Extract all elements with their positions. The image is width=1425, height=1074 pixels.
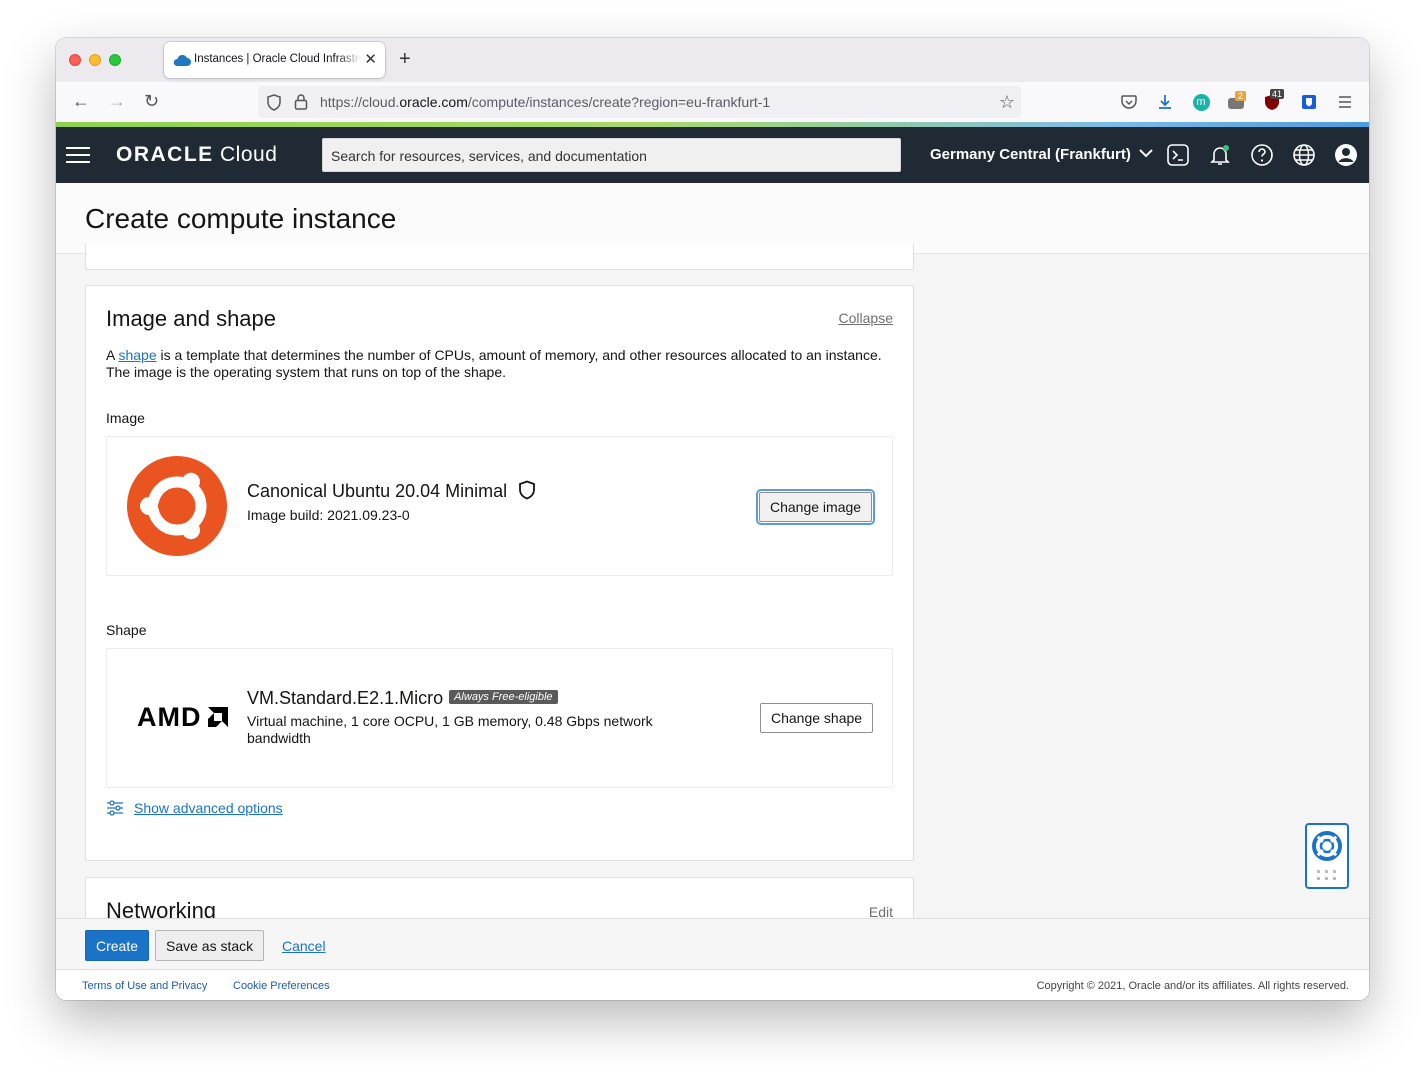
help-widget[interactable]	[1305, 823, 1349, 889]
reload-icon[interactable]: ↻	[144, 91, 159, 112]
url-path: /compute/instances/create?region=eu-fran…	[467, 94, 771, 110]
lifebuoy-icon	[1312, 831, 1342, 861]
save-as-stack-button[interactable]: Save as stack	[155, 930, 265, 961]
logo-product: Cloud	[220, 143, 278, 166]
extension-badge-count: 2	[1235, 91, 1247, 101]
amd-logo: AMD	[137, 702, 230, 733]
console-search-input[interactable]: Search for resources, services, and docu…	[322, 138, 901, 172]
cancel-link[interactable]: Cancel	[282, 938, 326, 954]
navigation-bar: ← → ↻ https://cloud.oracle.com/compute/i…	[56, 82, 1369, 122]
ubuntu-logo-icon	[127, 456, 227, 556]
shape-label: Shape	[106, 622, 147, 638]
oracle-cloud-favicon-icon	[173, 54, 191, 66]
address-bar[interactable]: https://cloud.oracle.com/compute/instanc…	[258, 86, 1021, 118]
terms-link[interactable]: Terms of Use and Privacy	[82, 980, 207, 992]
ublock-icon[interactable]: 41	[1262, 89, 1285, 113]
tracking-shield-icon[interactable]	[266, 94, 282, 111]
close-tab-icon[interactable]: ✕	[364, 50, 377, 68]
shape-name-text: VM.Standard.E2.1.Micro	[247, 688, 444, 708]
tab-strip: Instances | Oracle Cloud Infrastructure …	[56, 38, 1369, 82]
drag-handle-icon[interactable]	[1316, 869, 1338, 881]
url-prefix: https://cloud.	[320, 94, 400, 110]
shape-selection-card: AMD VM.Standard.E2.1.Micro Always Free-el…	[106, 648, 893, 788]
maximize-window-button[interactable]	[109, 54, 121, 66]
image-name: Canonical Ubuntu 20.04 Minimal	[247, 480, 536, 502]
oracle-cloud-logo[interactable]: ORACLE Cloud	[116, 143, 277, 167]
shape-details: Virtual machine, 1 core OCPU, 1 GB memor…	[247, 713, 653, 746]
create-button[interactable]: Create	[85, 930, 150, 961]
section-heading: Image and shape	[106, 306, 277, 331]
back-arrow-icon[interactable]: ←	[72, 91, 90, 112]
logo-brand: ORACLE	[116, 143, 214, 166]
sliders-icon	[107, 800, 123, 816]
cloud-shell-icon[interactable]	[1166, 143, 1190, 167]
copyright-text: Copyright © 2021, Oracle and/or its affi…	[1036, 980, 1349, 992]
extension-m-icon[interactable]: m	[1190, 91, 1212, 113]
tab-title: Instances | Oracle Cloud Infrastructure	[194, 53, 362, 65]
chevron-down-icon	[1139, 149, 1153, 158]
amd-logo-text: AMD	[137, 702, 202, 732]
always-free-badge: Always Free-eligible	[449, 690, 558, 704]
region-selector[interactable]: Germany Central (Frankfurt)	[930, 146, 1153, 163]
networking-section: Networking Edit	[85, 877, 914, 918]
shape-name: VM.Standard.E2.1.Micro Always Free-eligib…	[247, 688, 558, 709]
show-advanced-options-link[interactable]: Show advanced options	[134, 800, 283, 816]
extension-m-letter: m	[1192, 93, 1210, 111]
url-host: oracle.com	[399, 94, 468, 110]
close-window-button[interactable]	[69, 54, 81, 66]
shape-help-link[interactable]: shape	[118, 347, 156, 363]
forward-arrow-icon[interactable]: →	[108, 91, 126, 112]
image-name-text: Canonical Ubuntu 20.04 Minimal	[247, 481, 508, 501]
page-content: Create compute instance Image and shape …	[56, 183, 1369, 918]
help-question-icon[interactable]	[1250, 143, 1274, 167]
image-and-shape-section: Image and shape Collapse A shape is a te…	[85, 285, 914, 861]
collapse-link[interactable]: Collapse	[839, 310, 893, 326]
verified-shield-icon	[519, 480, 536, 500]
description-prefix: A	[106, 347, 119, 363]
image-selection-card: Canonical Ubuntu 20.04 Minimal Image bui…	[106, 436, 893, 576]
previous-section-card	[85, 243, 914, 270]
hamburger-menu-icon[interactable]	[66, 147, 90, 163]
user-profile-icon[interactable]	[1334, 143, 1358, 167]
description-line1: is a template that determines the number…	[156, 347, 882, 363]
pocket-icon[interactable]	[1118, 91, 1140, 113]
minimize-window-button[interactable]	[89, 54, 101, 66]
description-line2: The image is the operating system that r…	[106, 364, 507, 380]
browser-window: Instances | Oracle Cloud Infrastructure …	[56, 38, 1369, 1000]
page-footer: Terms of Use and Privacy Cookie Preferen…	[56, 970, 1369, 1000]
ublock-count: 41	[1270, 89, 1285, 99]
bookmark-star-icon[interactable]: ☆	[999, 92, 1015, 113]
advanced-options-toggle[interactable]: Show advanced options	[106, 800, 283, 816]
cookie-preferences-link[interactable]: Cookie Preferences	[233, 980, 330, 992]
bitwarden-icon[interactable]	[1298, 91, 1320, 113]
region-label: Germany Central (Frankfurt)	[930, 146, 1131, 163]
downloads-icon[interactable]	[1154, 91, 1176, 113]
oracle-header: ORACLE Cloud Search for resources, servi…	[56, 127, 1369, 183]
form-action-bar: Create Save as stack Cancel	[56, 918, 1369, 970]
change-shape-button[interactable]: Change shape	[760, 703, 874, 733]
change-image-button[interactable]: Change image	[755, 489, 876, 525]
section-description: A shape is a template that determines th…	[106, 347, 901, 381]
image-build: Image build: 2021.09.23-0	[247, 507, 410, 523]
image-label: Image	[106, 410, 145, 426]
new-tab-icon[interactable]: +	[399, 48, 411, 71]
browser-tab-active[interactable]: Instances | Oracle Cloud Infrastructure …	[164, 42, 385, 78]
page-title: Create compute instance	[85, 203, 397, 234]
lock-icon[interactable]	[294, 93, 308, 110]
extension-badge-icon[interactable]: 2	[1226, 91, 1248, 113]
browser-menu-icon[interactable]	[1334, 91, 1356, 113]
language-globe-icon[interactable]	[1292, 143, 1316, 167]
networking-heading: Networking	[106, 898, 217, 918]
notifications-bell-icon[interactable]	[1208, 143, 1232, 167]
networking-edit-link[interactable]: Edit	[869, 904, 893, 918]
url-text[interactable]: https://cloud.oracle.com/compute/instanc…	[320, 94, 770, 110]
amd-arrow-icon	[207, 707, 228, 727]
